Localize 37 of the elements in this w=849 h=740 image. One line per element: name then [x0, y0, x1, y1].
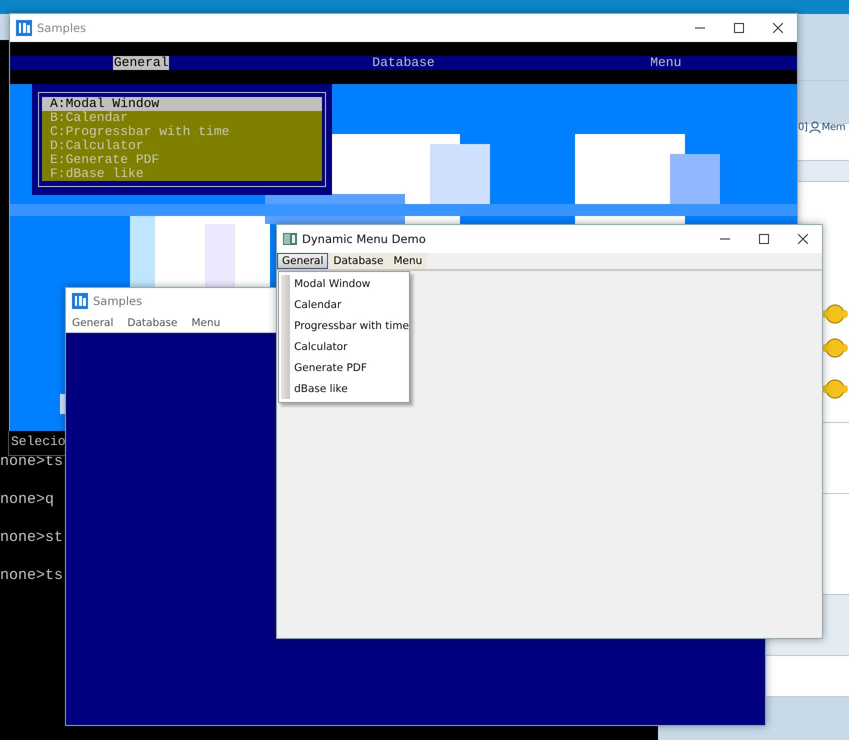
emoticon-icon [822, 303, 848, 325]
menu-option[interactable]: Generate PDF [290, 358, 409, 379]
close-icon [798, 234, 808, 244]
app-logo-icon [16, 20, 32, 36]
menu-item[interactable]: Database [328, 253, 388, 269]
menu-item[interactable]: Menu [649, 56, 682, 70]
terminal-line: none>ts [0, 566, 64, 585]
members-icon [808, 121, 821, 133]
app-window-icon [283, 233, 297, 245]
page-text: 0] [798, 122, 808, 132]
terminal-line: none>q [0, 490, 56, 509]
menu-item[interactable]: Menu [192, 317, 220, 329]
menu-option[interactable]: Progressbar with time [290, 316, 409, 337]
window-title: Dynamic Menu Demo [302, 232, 426, 246]
menu-option[interactable]: dBase like [290, 379, 409, 400]
menu-item[interactable]: Menu [388, 253, 428, 269]
terminal-line: none>ts [0, 452, 64, 471]
menu-option[interactable]: A:Modal Window [42, 97, 322, 111]
menu-item[interactable]: General [277, 253, 328, 269]
window-title: Samples [37, 21, 86, 35]
window-title: Samples [93, 294, 142, 308]
emoticon-icon [822, 378, 848, 400]
status-text: Selecio [11, 434, 66, 449]
emoticon-icon [822, 337, 848, 359]
menu-item[interactable]: General [72, 317, 114, 329]
members-link[interactable]: Mem [822, 122, 846, 132]
app-logo-icon [72, 293, 88, 309]
maximize-icon [734, 23, 744, 33]
menu-item[interactable]: Database [371, 56, 436, 70]
menu-item[interactable]: General [112, 56, 170, 70]
close-icon [772, 23, 782, 33]
terminal-line: none>st [0, 528, 64, 547]
menu-option[interactable]: Calendar [290, 295, 409, 316]
menu-option[interactable]: Modal Window [290, 274, 409, 295]
menu-option[interactable]: Calculator [290, 337, 409, 358]
maximize-icon [758, 234, 768, 244]
menu-item[interactable]: Database [127, 317, 178, 329]
